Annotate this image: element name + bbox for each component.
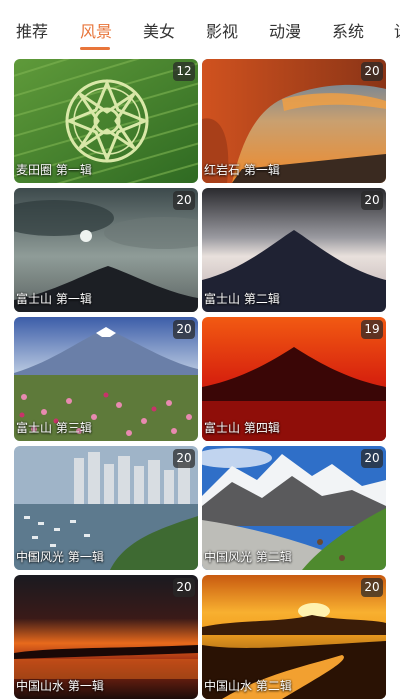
active-tab-indicator [80, 47, 110, 50]
album-card-china-landscape-1[interactable]: 20 中国山水 第一辑 [14, 575, 198, 699]
album-title: 中国山水 第二辑 [204, 679, 292, 693]
image-count-badge: 20 [173, 191, 195, 210]
album-title: 中国风光 第一辑 [16, 550, 104, 564]
image-count-badge: 20 [361, 578, 383, 597]
album-card-china-landscape-2[interactable]: 20 中国山水 第二辑 [202, 575, 386, 699]
tab-film[interactable]: 影视 [206, 18, 238, 46]
album-title: 富士山 第四辑 [204, 421, 280, 435]
album-title: 红岩石 第一辑 [204, 163, 280, 177]
tab-scenery[interactable]: 风景 [80, 18, 112, 46]
image-count-badge: 19 [361, 320, 383, 339]
album-title: 富士山 第二辑 [204, 292, 280, 306]
album-title: 麦田圈 第一辑 [16, 163, 92, 177]
wallpaper-app-screen: 推荐 风景 美女 影视 动漫 系统 设 [0, 0, 400, 700]
album-card-red-rock[interactable]: 20 红岩石 第一辑 [202, 59, 386, 183]
tab-recommend[interactable]: 推荐 [16, 18, 48, 46]
tab-settings-partial[interactable]: 设 [394, 18, 400, 46]
image-count-badge: 12 [173, 62, 195, 81]
album-card-fuji-2[interactable]: 20 富士山 第二辑 [202, 188, 386, 312]
image-count-badge: 20 [361, 449, 383, 468]
image-count-badge: 20 [173, 449, 195, 468]
album-card-china-scenery-2[interactable]: 20 中国风光 第二辑 [202, 446, 386, 570]
album-card-fuji-4[interactable]: 19 富士山 第四辑 [202, 317, 386, 441]
album-title: 富士山 第一辑 [16, 292, 92, 306]
album-card-crop-circle[interactable]: 12 麦田圈 第一辑 [14, 59, 198, 183]
album-card-fuji-3[interactable]: 20 富士山 第三辑 [14, 317, 198, 441]
album-title: 富士山 第三辑 [16, 421, 92, 435]
album-title: 中国山水 第一辑 [16, 679, 104, 693]
album-card-fuji-1[interactable]: 20 富士山 第一辑 [14, 188, 198, 312]
album-card-china-scenery-1[interactable]: 20 中国风光 第一辑 [14, 446, 198, 570]
image-count-badge: 20 [173, 578, 195, 597]
album-title: 中国风光 第二辑 [204, 550, 292, 564]
image-count-badge: 20 [173, 320, 195, 339]
tab-beauty[interactable]: 美女 [143, 18, 175, 46]
tab-system[interactable]: 系统 [332, 18, 364, 46]
image-count-badge: 20 [361, 62, 383, 81]
image-count-badge: 20 [361, 191, 383, 210]
category-tab-bar: 推荐 风景 美女 影视 动漫 系统 设 [0, 0, 400, 56]
tab-anime[interactable]: 动漫 [269, 18, 301, 46]
